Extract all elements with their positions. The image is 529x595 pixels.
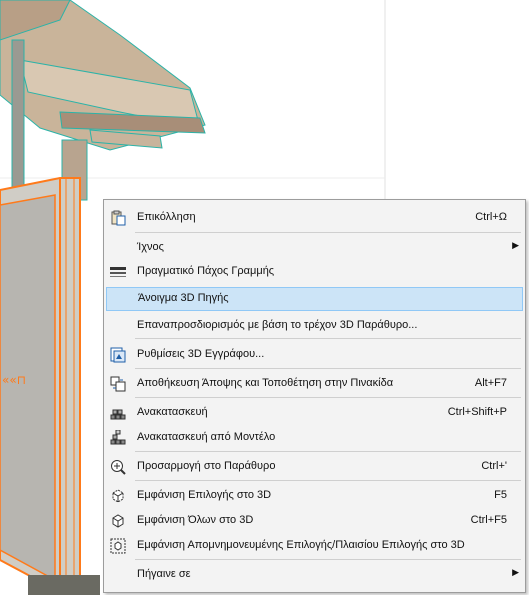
context-menu: Επικόλληση Ctrl+Ω Ίχνος ▶ Πραγματικό Πάχ… (103, 199, 526, 593)
fit-in-window-icon (110, 459, 126, 475)
menu-separator (135, 232, 521, 233)
menu-item-label: Εμφάνιση Επιλογής στο 3D (137, 489, 272, 501)
menu-item-rebuild[interactable]: Ανακατασκευή Ctrl+Shift+P (106, 401, 523, 425)
submenu-arrow-icon: ▶ (512, 240, 519, 250)
menu-separator (135, 397, 521, 398)
menu-separator (135, 368, 521, 369)
menu-item-redefine-3d[interactable]: Επαναπροσδιορισμός με βάση το τρέχον 3D … (106, 314, 523, 338)
menu-item-label: Πραγματικό Πάχος Γραμμής (137, 265, 275, 277)
menu-item-rebuild-from-model[interactable]: Ανακατασκευή από Μοντέλο (106, 426, 523, 450)
menu-item-label: Επαναπροσδιορισμός με βάση το τρέχον 3D … (137, 319, 418, 331)
menu-item-label: Εμφάνιση Όλων στο 3D (137, 514, 254, 526)
menu-item-label: Προσαρμογή στο Παράθυρο (137, 460, 276, 472)
save-view-icon (110, 376, 126, 392)
menu-item-3d-document-settings[interactable]: Ρυθμίσεις 3D Εγγράφου... (106, 343, 523, 367)
menu-item-true-line-weight[interactable]: Πραγματικό Πάχος Γραμμής (106, 260, 523, 284)
menu-item-label: Πήγαινε σε (137, 568, 191, 580)
menu-item-fit-in-window[interactable]: Προσαρμογή στο Παράθυρο Ctrl+' (106, 455, 523, 479)
menu-item-label: Άνοιγμα 3D Πηγής (138, 292, 229, 304)
shortcut: Alt+F7 (474, 377, 507, 389)
menu-separator (135, 451, 521, 452)
paste-icon (110, 210, 126, 226)
menu-item-paste[interactable]: Επικόλληση Ctrl+Ω (106, 206, 523, 230)
menu-item-save-view-place-layout[interactable]: Αποθήκευση Άποψης και Τοποθέτηση στην Πι… (106, 372, 523, 396)
menu-item-label: Ανακατασκευή (137, 406, 208, 418)
shortcut: Ctrl+Shift+P (447, 406, 507, 418)
shortcut: Ctrl+F5 (470, 514, 507, 526)
show-all-3d-icon (110, 513, 126, 529)
menu-separator (135, 559, 521, 560)
shortcut: F5 (494, 489, 507, 501)
menu-item-label: Αποθήκευση Άποψης και Τοποθέτηση στην Πι… (137, 377, 394, 389)
menu-item-label: Εμφάνιση Απομνημονευμένης Επιλογής/Πλαισ… (137, 539, 465, 551)
menu-item-show-all-3d[interactable]: Εμφάνιση Όλων στο 3D Ctrl+F5 (106, 509, 523, 533)
rebuild-from-model-icon (110, 429, 126, 446)
rebuild-icon (110, 405, 126, 421)
menu-item-label: Επικόλληση (137, 211, 196, 223)
line-weight-icon (110, 264, 126, 280)
show-stored-marquee-3d-icon (110, 538, 126, 554)
menu-item-show-selection-3d[interactable]: Εμφάνιση Επιλογής στο 3D F5 (106, 484, 523, 508)
menu-item-trace[interactable]: Ίχνος ▶ (106, 236, 523, 260)
menu-item-show-stored-marquee-3d[interactable]: Εμφάνιση Απομνημονευμένης Επιλογής/Πλαισ… (106, 534, 523, 558)
menu-item-label: Ανακατασκευή από Μοντέλο (137, 431, 276, 443)
menu-item-go-to[interactable]: Πήγαινε σε ▶ (106, 563, 523, 587)
menu-item-label: Ρυθμίσεις 3D Εγγράφου... (137, 348, 265, 360)
shortcut: Ctrl+Ω (475, 211, 507, 223)
show-selection-3d-icon (110, 488, 126, 504)
svg-text:««⊓: ««⊓ (2, 373, 26, 387)
shortcut: Ctrl+' (481, 460, 507, 472)
menu-item-label: Ίχνος (137, 241, 164, 253)
3d-document-settings-icon (110, 347, 126, 363)
menu-separator (135, 338, 521, 339)
submenu-arrow-icon: ▶ (512, 567, 519, 577)
menu-separator (135, 480, 521, 481)
menu-item-open-3d-source[interactable]: Άνοιγμα 3D Πηγής (106, 287, 523, 311)
